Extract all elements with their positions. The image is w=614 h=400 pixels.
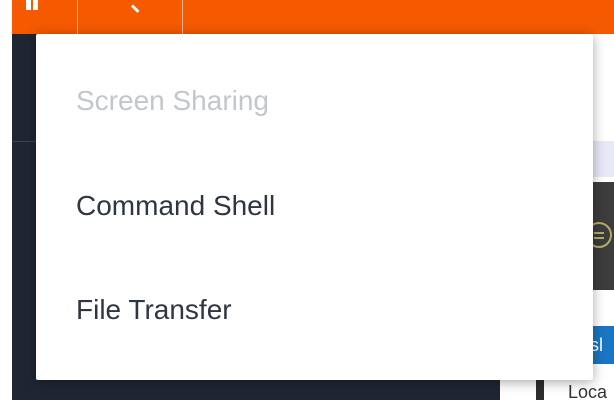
location-row: Loca (536, 380, 614, 400)
search-button[interactable] (78, 0, 183, 34)
menu-item-screen-sharing: Screen Sharing (76, 85, 270, 116)
menu-item-command-shell[interactable]: Command Shell (76, 189, 275, 223)
location-label: Loca (568, 382, 608, 400)
apps-button[interactable] (12, 0, 78, 34)
grid-icon (26, 0, 38, 10)
left-margin (0, 0, 12, 400)
info-icon (536, 380, 544, 400)
remote-access-menu: Screen Sharing Command Shell File Transf… (36, 34, 593, 380)
top-toolbar (12, 0, 614, 34)
screen: asl Loca Screen Sharing Command Shell Fi… (0, 0, 614, 400)
menu-item-file-transfer[interactable]: File Transfer (76, 293, 232, 327)
search-icon (126, 0, 140, 14)
